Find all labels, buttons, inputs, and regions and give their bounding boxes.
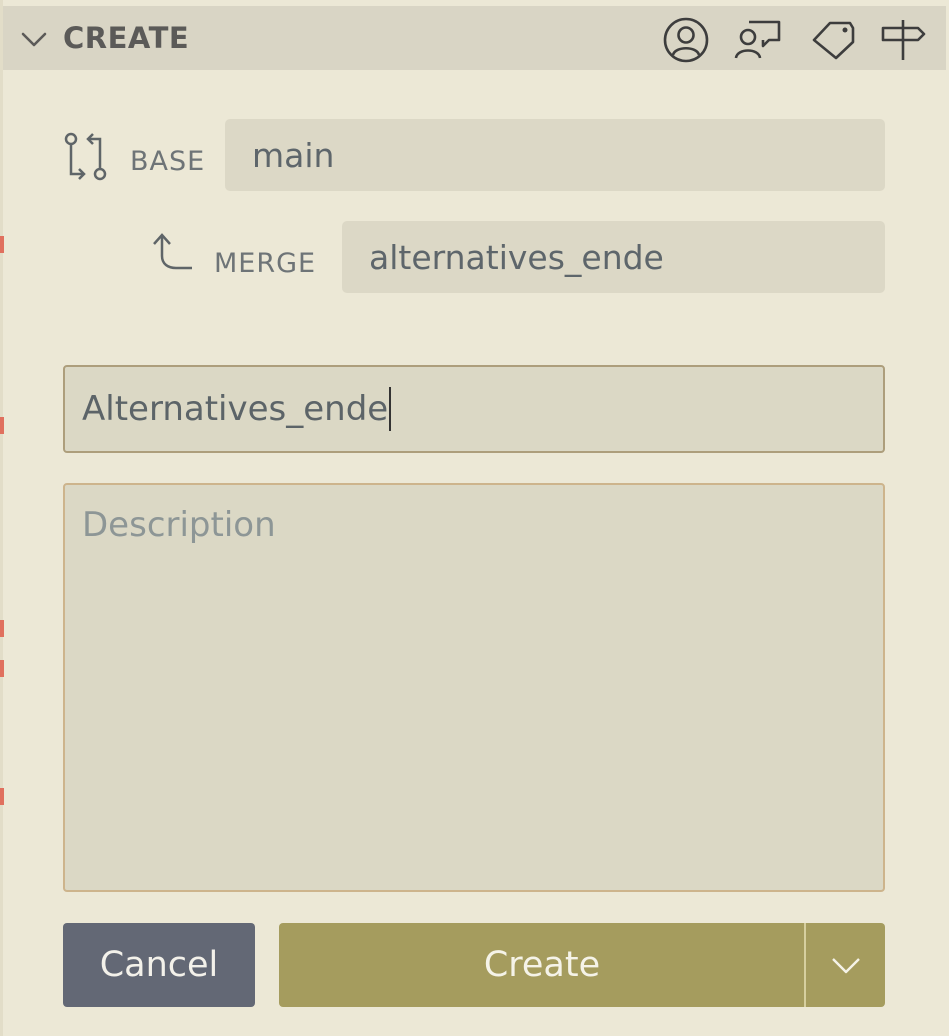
title-input[interactable]: Alternatives_ende	[63, 365, 885, 453]
section-title: CREATE	[63, 21, 190, 55]
title-input-value: Alternatives_ende	[82, 389, 389, 429]
base-branch-value: main	[252, 135, 335, 175]
git-compare-icon	[64, 132, 107, 181]
chevron-down-icon[interactable]	[19, 24, 49, 54]
editor-gutter	[0, 0, 3, 1036]
merge-branch-field[interactable]: alternatives_ende	[342, 221, 885, 293]
create-pr-panel: CREATE BASE main MERGE alternatives_ende…	[0, 0, 949, 1036]
change-marker	[0, 788, 4, 805]
text-caret	[389, 387, 392, 431]
create-button[interactable]: Create	[279, 923, 805, 1007]
reviewers-icon[interactable]	[733, 16, 783, 64]
milestone-icon[interactable]	[878, 16, 928, 64]
description-textarea[interactable]: Description	[63, 483, 885, 892]
base-label: BASE	[130, 146, 206, 177]
chevron-down-icon	[832, 958, 860, 974]
arrow-up-turn-icon	[153, 233, 192, 270]
change-marker	[0, 660, 4, 677]
change-marker	[0, 236, 4, 253]
create-options-button[interactable]	[806, 923, 885, 1007]
change-marker	[0, 620, 4, 637]
create-button-label: Create	[483, 945, 601, 985]
merge-branch-value: alternatives_ende	[369, 237, 664, 277]
account-icon[interactable]	[661, 16, 711, 64]
tag-icon[interactable]	[808, 16, 858, 64]
section-header[interactable]: CREATE	[3, 6, 946, 70]
merge-label: MERGE	[214, 248, 317, 279]
base-branch-field[interactable]: main	[225, 119, 885, 191]
description-placeholder: Description	[82, 505, 276, 545]
cancel-button-label: Cancel	[99, 945, 219, 985]
change-marker	[0, 417, 4, 434]
cancel-button[interactable]: Cancel	[63, 923, 255, 1007]
